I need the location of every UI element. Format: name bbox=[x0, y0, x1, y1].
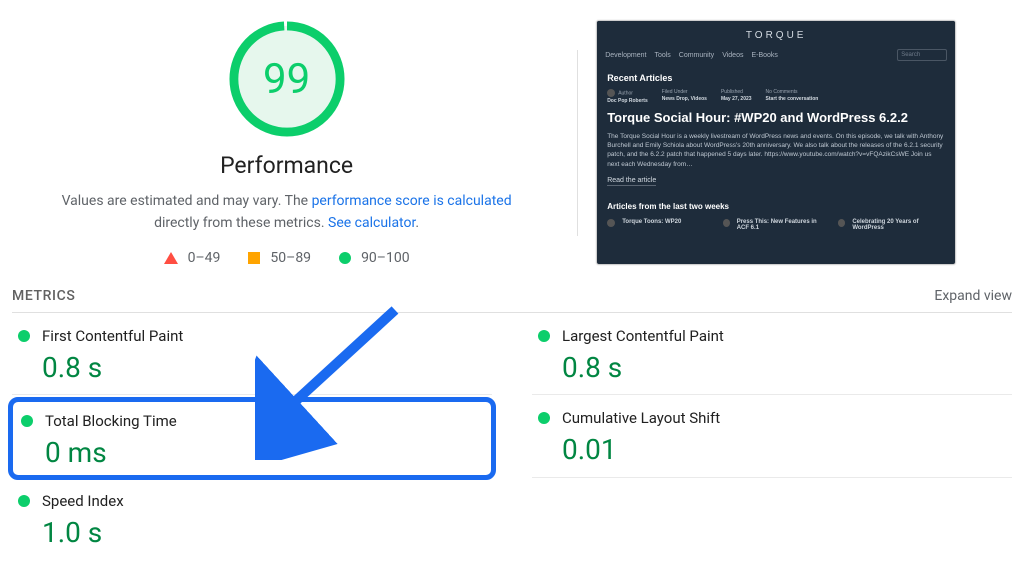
preview-article-body: The Torque Social Hour is a weekly lives… bbox=[597, 128, 955, 172]
preview-cards: Torque Toons: WP20 Press This: New Featu… bbox=[597, 215, 955, 235]
preview-logo: TORQUE bbox=[605, 30, 947, 41]
metric-fcp[interactable]: First Contentful Paint 0.8 s bbox=[12, 313, 492, 395]
preview-nav-item: Videos bbox=[722, 52, 743, 59]
metrics-title: METRICS bbox=[12, 288, 75, 304]
preview-nav-item: Tools bbox=[654, 52, 670, 59]
metric-name: First Contentful Paint bbox=[42, 327, 183, 345]
metric-value: 0 ms bbox=[45, 436, 483, 469]
status-dot-icon bbox=[18, 495, 30, 507]
preview-topbar: TORQUE bbox=[597, 21, 955, 49]
score-description: Values are estimated and may vary. The p… bbox=[10, 191, 563, 234]
calc-link-2[interactable]: See calculator bbox=[328, 215, 415, 231]
preview-search: Search bbox=[897, 49, 947, 61]
score-gauge: 99 bbox=[228, 20, 346, 138]
legend-pass: 90–100 bbox=[339, 250, 410, 266]
triangle-icon bbox=[164, 252, 178, 264]
preview-meta-pub: PublishedMay 27, 2023 bbox=[721, 89, 752, 104]
page-preview: TORQUE Development Tools Community Video… bbox=[596, 20, 956, 265]
status-dot-icon bbox=[538, 412, 550, 424]
desc-text-mid: directly from these metrics. bbox=[154, 215, 328, 231]
metric-lcp[interactable]: Largest Contentful Paint 0.8 s bbox=[532, 313, 1012, 395]
preview-subsection: Articles from the last two weeks bbox=[597, 196, 955, 215]
expand-view-toggle[interactable]: Expand view bbox=[934, 288, 1012, 304]
desc-text-pre: Values are estimated and may vary. The bbox=[62, 193, 312, 209]
metric-name: Total Blocking Time bbox=[45, 412, 177, 430]
score-legend: 0–49 50–89 90–100 bbox=[164, 250, 410, 266]
status-dot-icon bbox=[18, 330, 30, 342]
score-label: Performance bbox=[220, 152, 353, 179]
legend-fail: 0–49 bbox=[164, 250, 221, 266]
legend-fail-label: 0–49 bbox=[188, 250, 221, 266]
screenshot-panel: TORQUE Development Tools Community Video… bbox=[592, 20, 1024, 266]
preview-meta-comments: No CommentsStart the conversation bbox=[766, 89, 819, 104]
calc-link-1[interactable]: performance score is calculated bbox=[312, 193, 512, 209]
metric-cls[interactable]: Cumulative Layout Shift 0.01 bbox=[532, 395, 1012, 478]
preview-nav-item: Development bbox=[605, 52, 646, 59]
metric-value: 0.8 s bbox=[42, 351, 486, 384]
metric-value: 1.0 s bbox=[42, 516, 486, 549]
preview-meta-filed: Filed UnderNews Drop, Videos bbox=[662, 89, 707, 104]
legend-average: 50–89 bbox=[248, 250, 311, 266]
preview-read-link: Read the article bbox=[597, 173, 955, 192]
metric-si[interactable]: Speed Index 1.0 s bbox=[12, 478, 492, 559]
metric-tbt[interactable]: Total Blocking Time 0 ms bbox=[8, 397, 496, 480]
status-dot-icon bbox=[21, 415, 33, 427]
metrics-header: METRICS Expand view bbox=[12, 288, 1012, 313]
metric-value: 0.8 s bbox=[562, 351, 1006, 384]
preview-card: Torque Toons: WP20 bbox=[607, 219, 714, 231]
metric-name: Speed Index bbox=[42, 492, 124, 510]
avatar-icon bbox=[723, 219, 730, 227]
avatar-icon bbox=[607, 219, 615, 227]
avatar-icon bbox=[607, 89, 615, 97]
metric-name: Cumulative Layout Shift bbox=[562, 409, 720, 427]
preview-section: Recent Articles bbox=[597, 67, 955, 87]
circle-icon bbox=[339, 252, 351, 264]
legend-pass-label: 90–100 bbox=[361, 250, 410, 266]
square-icon bbox=[248, 252, 260, 264]
preview-nav-item: E-Books bbox=[751, 52, 777, 59]
preview-nav: Development Tools Community Videos E-Boo… bbox=[597, 49, 955, 67]
metric-value: 0.01 bbox=[562, 433, 1006, 466]
avatar-icon bbox=[838, 219, 845, 227]
metrics-grid: First Contentful Paint 0.8 s Largest Con… bbox=[12, 313, 1012, 559]
preview-meta: AuthorDoc Pop Roberts Filed UnderNews Dr… bbox=[597, 87, 955, 108]
summary-section: 99 Performance Values are estimated and … bbox=[0, 0, 1024, 266]
preview-nav-item: Community bbox=[679, 52, 714, 59]
score-value: 99 bbox=[228, 20, 346, 138]
desc-text-post: . bbox=[415, 215, 419, 231]
preview-article-title: Torque Social Hour: #WP20 and WordPress … bbox=[597, 108, 955, 128]
preview-card: Celebrating 20 Years of WordPress bbox=[838, 219, 945, 231]
preview-card: Press This: New Features in ACF 6.1 bbox=[723, 219, 830, 231]
status-dot-icon bbox=[538, 330, 550, 342]
vertical-divider bbox=[577, 50, 578, 236]
legend-avg-label: 50–89 bbox=[270, 250, 311, 266]
preview-meta-author: AuthorDoc Pop Roberts bbox=[607, 89, 648, 104]
score-panel: 99 Performance Values are estimated and … bbox=[0, 20, 563, 266]
metrics-section: METRICS Expand view First Contentful Pai… bbox=[0, 288, 1024, 559]
metric-name: Largest Contentful Paint bbox=[562, 327, 724, 345]
